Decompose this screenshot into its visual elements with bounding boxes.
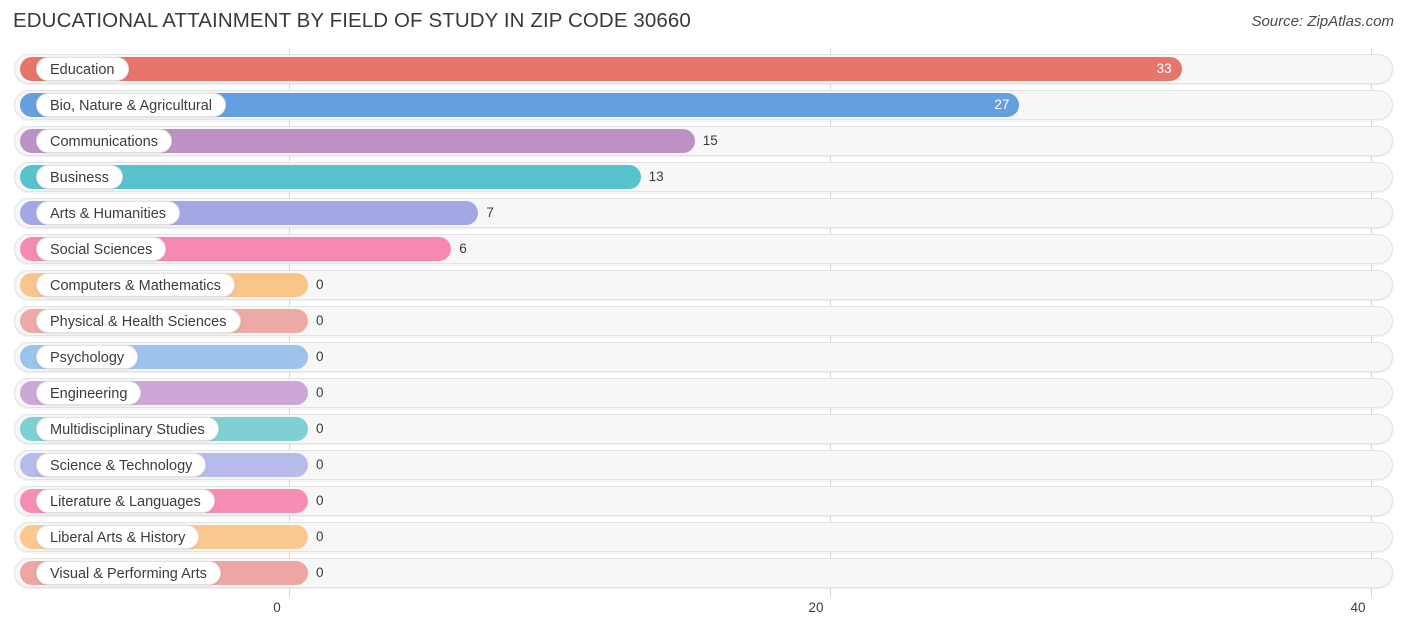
bar-value-label: 33 [1156, 61, 1172, 76]
chart-row[interactable]: Arts & Humanities 7 [14, 198, 1393, 228]
chart-row[interactable]: Multidisciplinary Studies 0 [14, 414, 1393, 444]
bar-value-label: 0 [316, 277, 324, 292]
bar [20, 57, 1182, 81]
chart-row[interactable]: Liberal Arts & History 0 [14, 522, 1393, 552]
bar-value-label: 27 [994, 97, 1010, 112]
bar-value-label: 0 [316, 313, 324, 328]
bar-value-label: 15 [702, 133, 718, 148]
bar-value-label: 6 [459, 241, 467, 256]
chart-row[interactable]: Science & Technology 0 [14, 450, 1393, 480]
source-attribution: Source: ZipAtlas.com [1251, 13, 1394, 30]
x-tick-label: 20 [808, 600, 824, 615]
bar-category-label: Liberal Arts & History [36, 525, 200, 549]
chart-row[interactable]: Business 13 [14, 162, 1393, 192]
chart-row[interactable]: Psychology 0 [14, 342, 1393, 372]
chart-row[interactable]: Communications 15 [14, 126, 1393, 156]
plot-area: Education 33 Bio, Nature & Agricultural 27 C… [0, 48, 1406, 597]
bar-value-label: 13 [648, 169, 664, 184]
x-tick-label: 0 [273, 600, 281, 615]
bar-category-label: Computers & Mathematics [36, 273, 235, 297]
page-title: EDUCATIONAL ATTAINMENT BY FIELD OF STUDY… [13, 9, 691, 32]
bar-category-label: Arts & Humanities [36, 201, 181, 225]
bar-value-label: 0 [316, 493, 324, 508]
bar-category-label: Visual & Performing Arts [36, 561, 221, 585]
chart-row[interactable]: Bio, Nature & Agricultural 27 [14, 90, 1393, 120]
chart-row[interactable]: Engineering 0 [14, 378, 1393, 408]
bar-category-label: Literature & Languages [36, 489, 215, 513]
bar-category-label: Bio, Nature & Agricultural [36, 93, 226, 117]
chart-row[interactable]: Physical & Health Sciences 0 [14, 306, 1393, 336]
bar-category-label: Communications [36, 129, 172, 153]
chart-row[interactable]: Visual & Performing Arts 0 [14, 558, 1393, 588]
bar-value-label: 7 [486, 205, 494, 220]
chart-container: EDUCATIONAL ATTAINMENT BY FIELD OF STUDY… [0, 0, 1406, 631]
bar-category-label: Business [36, 165, 123, 189]
bar-value-label: 0 [316, 385, 324, 400]
bar-value-label: 0 [316, 565, 324, 580]
bar-value-label: 0 [316, 529, 324, 544]
bar-value-label: 0 [316, 457, 324, 472]
bar-category-label: Engineering [36, 381, 142, 405]
bar-category-label: Psychology [36, 345, 139, 369]
bar-category-label: Multidisciplinary Studies [36, 417, 219, 441]
bar-value-label: 0 [316, 421, 324, 436]
bar-value-label: 0 [316, 349, 324, 364]
bar-category-label: Physical & Health Sciences [36, 309, 241, 333]
bar-category-label: Science & Technology [36, 453, 207, 477]
x-tick-label: 40 [1350, 600, 1366, 615]
bar-category-label: Education [36, 57, 129, 81]
bar-category-label: Social Sciences [36, 237, 167, 261]
chart-row[interactable]: Social Sciences 6 [14, 234, 1393, 264]
chart-row[interactable]: Literature & Languages 0 [14, 486, 1393, 516]
chart-row[interactable]: Education 33 [14, 54, 1393, 84]
x-axis: 0 20 40 [0, 597, 1406, 631]
chart-row[interactable]: Computers & Mathematics 0 [14, 270, 1393, 300]
